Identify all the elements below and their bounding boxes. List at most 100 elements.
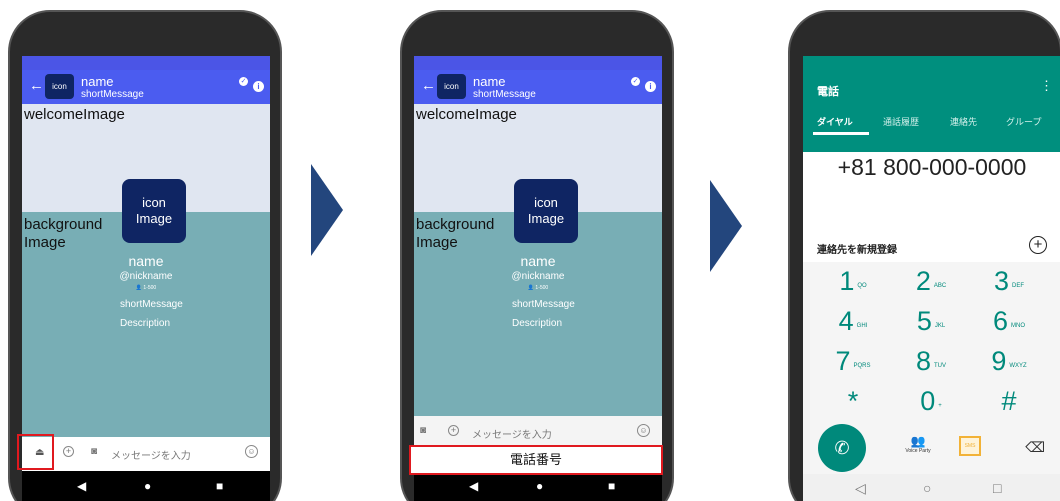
- key-5[interactable]: 5 JKL: [891, 306, 971, 337]
- key-letters: MNO: [1011, 322, 1026, 329]
- add-contact-icon[interactable]: +: [1029, 236, 1047, 254]
- key-letters: ABC: [933, 282, 947, 289]
- delete-icon[interactable]: ⌫: [1025, 439, 1045, 456]
- account-icon: icon: [437, 74, 466, 99]
- key-letters: QO: [857, 282, 867, 289]
- message-input[interactable]: メッセージを入力: [472, 426, 552, 441]
- android-nav-bar: ◁ ○ □: [803, 474, 1060, 501]
- tab-history[interactable]: 通話履歴: [883, 115, 919, 128]
- key-1[interactable]: 1 QO: [813, 266, 893, 297]
- welcome-image-label: welcomeImage: [416, 106, 517, 123]
- nav-home-icon[interactable]: ●: [536, 479, 543, 493]
- android-nav-bar: ◀ ● ■: [22, 471, 270, 501]
- key-digit: 3: [993, 266, 1010, 296]
- plus-icon[interactable]: +: [448, 425, 459, 436]
- account-name: name: [473, 74, 506, 89]
- account-name: name: [81, 74, 114, 89]
- sms-button[interactable]: SMS: [959, 436, 981, 456]
- friend-count: 👤 1-500: [135, 285, 157, 291]
- back-arrow-icon[interactable]: ←: [29, 77, 44, 94]
- verified-icon: ✓: [631, 77, 640, 86]
- tab-groups[interactable]: グループ: [1006, 115, 1041, 128]
- chat-header: ← icon name shortMessage ✓ i: [414, 70, 662, 104]
- key-digit: 7: [835, 346, 851, 376]
- welcome-image-label: welcomeImage: [24, 106, 125, 123]
- profile-description: Description: [512, 318, 563, 329]
- key-digit: 4: [838, 306, 854, 336]
- camera-icon[interactable]: ◙: [420, 425, 426, 436]
- key-4[interactable]: 4 GHI: [813, 306, 893, 337]
- tab-dial[interactable]: ダイヤル: [817, 115, 853, 128]
- active-tab-indicator: [813, 132, 869, 135]
- account-short-message: shortMessage: [473, 89, 536, 100]
- emoji-icon[interactable]: ☺: [245, 445, 258, 458]
- profile-description: Description: [120, 318, 171, 329]
- background-label-line-1: background: [24, 216, 103, 233]
- key-letters: TUV: [934, 362, 947, 369]
- key-7[interactable]: 7 PQRS: [813, 346, 893, 377]
- key-letters: GHI: [856, 322, 868, 329]
- key-3[interactable]: 3 DEF: [969, 266, 1049, 297]
- key-star[interactable]: *: [813, 386, 893, 417]
- key-digit: 1: [839, 266, 855, 296]
- nav-home-icon[interactable]: ○: [923, 480, 931, 496]
- info-icon[interactable]: i: [253, 81, 264, 92]
- chat-screen-2: ← icon name shortMessage ✓ i welcomeImag…: [414, 56, 662, 501]
- dialer-tabs: ダイヤル 通話履歴 連絡先 グループ: [803, 108, 1060, 135]
- key-letters: DEF: [1012, 282, 1025, 289]
- phone-1: ← icon name shortMessage ✓ i welcomeImag…: [8, 10, 282, 501]
- step-arrow-2: [710, 180, 742, 272]
- menu-toggle-highlight: [17, 434, 54, 470]
- new-contact-label[interactable]: 連絡先を新規登録: [817, 241, 897, 256]
- nav-back-icon[interactable]: ◁: [855, 480, 866, 497]
- nav-recent-icon[interactable]: ■: [216, 479, 223, 493]
- icon-image: icon Image: [122, 179, 186, 243]
- profile-name: name: [128, 253, 164, 269]
- key-digit: #: [1001, 386, 1017, 416]
- more-menu-icon[interactable]: ⋮: [1040, 78, 1053, 94]
- phone-3: 電話 ⋮ ダイヤル 通話履歴 連絡先 グループ +81 800-000-0000…: [788, 10, 1060, 501]
- verified-icon: ✓: [239, 77, 248, 86]
- message-input-bar: ⏏ + ◙ メッセージを入力 ☺: [22, 437, 270, 471]
- account-icon: icon: [45, 74, 74, 99]
- friend-count: 👤 1-500: [527, 285, 549, 291]
- phone-number-button[interactable]: 電話番号: [409, 445, 663, 475]
- nav-back-icon[interactable]: ◀: [469, 479, 478, 493]
- nav-home-icon[interactable]: ●: [144, 479, 151, 493]
- back-arrow-icon[interactable]: ←: [421, 77, 436, 94]
- profile-nickname: @nickname: [511, 271, 565, 282]
- profile-short-message: shortMessage: [120, 299, 183, 310]
- key-2[interactable]: 2 ABC: [891, 266, 971, 297]
- key-6[interactable]: 6 MNO: [969, 306, 1049, 337]
- message-input[interactable]: メッセージを入力: [111, 447, 191, 462]
- nav-recent-icon[interactable]: □: [993, 480, 1001, 496]
- tab-contacts[interactable]: 連絡先: [950, 115, 977, 128]
- status-bar: [22, 56, 270, 70]
- account-short-message: shortMessage: [81, 89, 144, 100]
- nav-back-icon[interactable]: ◀: [77, 479, 86, 493]
- nav-recent-icon[interactable]: ■: [608, 479, 615, 493]
- key-digit: 2: [915, 266, 931, 296]
- key-0[interactable]: 0 +: [891, 386, 971, 417]
- key-digit: 6: [992, 306, 1009, 336]
- dialer-header: 電話 ⋮ ダイヤル 通話履歴 連絡先 グループ: [803, 56, 1060, 152]
- background-image-label: background Image: [416, 216, 494, 252]
- chat-screen-1: ← icon name shortMessage ✓ i welcomeImag…: [22, 56, 270, 501]
- profile-name: name: [520, 253, 556, 269]
- key-9[interactable]: 9 WXYZ: [969, 346, 1049, 377]
- plus-icon[interactable]: +: [63, 446, 74, 457]
- status-bar: [414, 56, 662, 70]
- phone-2: ← icon name shortMessage ✓ i welcomeImag…: [400, 10, 674, 501]
- voice-party-button[interactable]: 👥 Voice Party: [893, 434, 943, 454]
- emoji-icon[interactable]: ☺: [637, 424, 650, 437]
- background-label-line-1: background: [416, 216, 495, 233]
- key-hash[interactable]: #: [969, 386, 1049, 417]
- call-button[interactable]: ✆: [818, 424, 866, 472]
- dialed-number[interactable]: +81 800-000-0000: [803, 154, 1060, 181]
- key-8[interactable]: 8 TUV: [891, 346, 971, 377]
- android-nav-bar: ◀ ● ■: [414, 471, 662, 501]
- camera-icon[interactable]: ◙: [91, 446, 97, 457]
- key-digit: 5: [916, 306, 932, 336]
- background-label-line-2: Image: [24, 234, 66, 251]
- info-icon[interactable]: i: [645, 81, 656, 92]
